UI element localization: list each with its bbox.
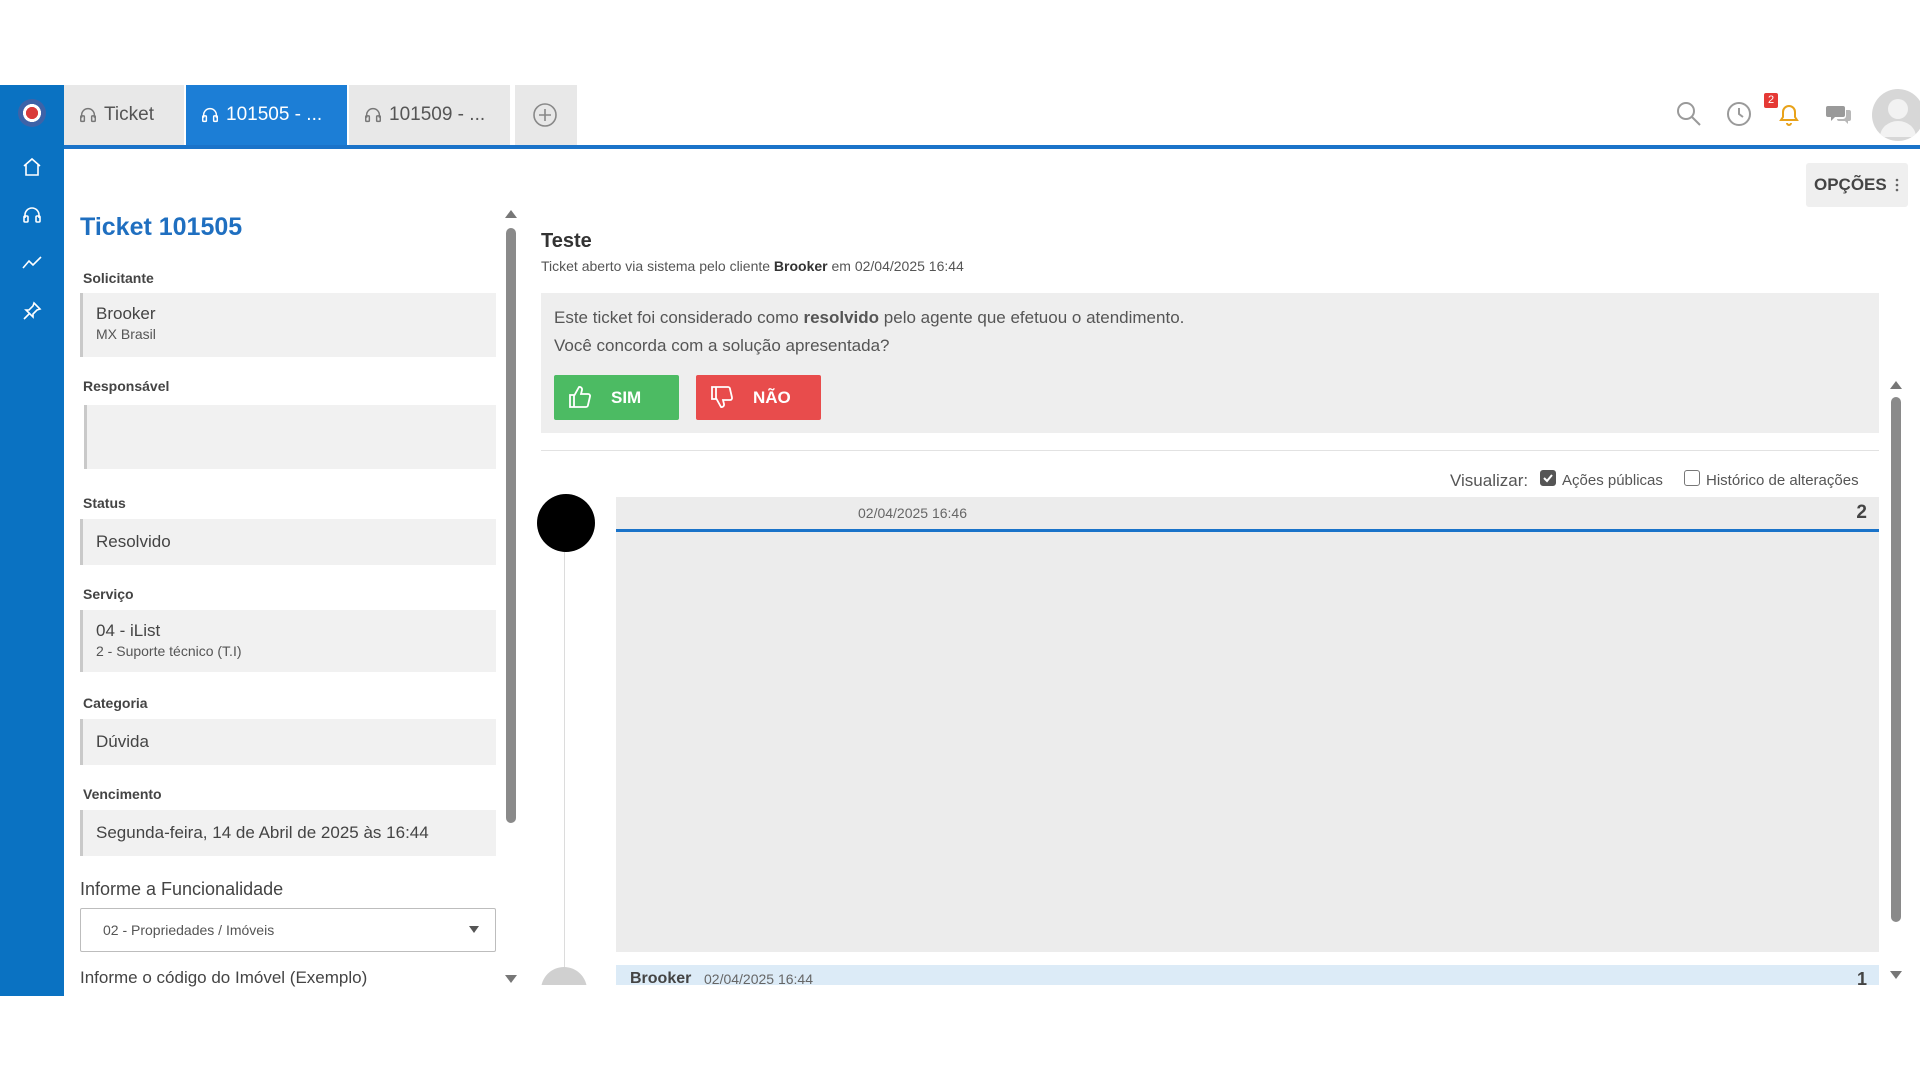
solicitante-label: Solicitante bbox=[83, 270, 154, 286]
tab-bar-underline bbox=[64, 145, 1920, 149]
servico-value: 04 - iList bbox=[96, 621, 161, 640]
funcionalidade-value: 02 - Propriedades / Imóveis bbox=[103, 922, 275, 938]
opened-client: Brooker bbox=[773, 258, 828, 274]
plus-circle-icon bbox=[533, 103, 557, 127]
bell-icon[interactable] bbox=[1774, 99, 1804, 129]
scroll-down-arrow-icon[interactable] bbox=[1890, 971, 1902, 979]
visualizar-label: Visualizar: bbox=[1450, 471, 1529, 490]
servico-label: Serviço bbox=[83, 586, 134, 602]
opened-prefix: Ticket aberto via sistema pelo cliente bbox=[541, 258, 774, 274]
entry-author: Brooker bbox=[630, 970, 692, 985]
responsavel-label: Responsável bbox=[83, 378, 170, 394]
resolution-message: Este ticket foi considerado como resolvi… bbox=[554, 308, 1184, 328]
ticket-opened-info: Ticket aberto via sistema pelo cliente B… bbox=[541, 258, 964, 274]
right-scrollbar[interactable] bbox=[1890, 381, 1902, 981]
solicitante-name: Brooker bbox=[96, 304, 156, 323]
solicitante-field[interactable]: Brooker MX Brasil bbox=[80, 293, 496, 357]
vencimento-label: Vencimento bbox=[83, 786, 162, 802]
servico-sub: 2 - Suporte técnico (T.I) bbox=[96, 643, 242, 659]
thumbs-up-icon bbox=[566, 383, 594, 416]
yes-button[interactable]: SIM bbox=[554, 375, 679, 420]
status-value: Resolvido bbox=[96, 532, 171, 551]
left-scrollbar[interactable] bbox=[505, 210, 517, 985]
chevron-down-icon bbox=[469, 926, 479, 933]
categoria-label: Categoria bbox=[83, 695, 148, 711]
tab-ticket[interactable]: Ticket bbox=[64, 85, 184, 145]
resolution-question: Você concorda com a solução apresentada? bbox=[554, 336, 890, 355]
app-window: Ticket 101505 - ... 101509 - ... 2 OPÇÕE… bbox=[0, 85, 1920, 996]
tab-label: 101509 - ... bbox=[389, 104, 486, 125]
status-label: Status bbox=[83, 495, 126, 511]
categoria-field[interactable]: Dúvida bbox=[80, 719, 496, 765]
avatar bbox=[541, 967, 587, 985]
servico-field[interactable]: 04 - iList 2 - Suporte técnico (T.I) bbox=[80, 610, 496, 672]
home-icon[interactable] bbox=[20, 155, 44, 179]
avatar bbox=[537, 494, 595, 552]
public-actions-label[interactable]: Ações públicas bbox=[1562, 472, 1663, 489]
headset-icon bbox=[202, 107, 218, 123]
tab-101505[interactable]: 101505 - ... bbox=[186, 85, 347, 145]
history-checkbox[interactable] bbox=[1684, 470, 1700, 486]
resolution-prompt: Este ticket foi considerado como resolvi… bbox=[541, 293, 1879, 433]
headset-icon[interactable] bbox=[20, 203, 44, 227]
headset-icon bbox=[80, 107, 96, 123]
scroll-up-arrow-icon[interactable] bbox=[505, 210, 517, 218]
new-tab-button[interactable] bbox=[515, 85, 577, 145]
user-avatar[interactable] bbox=[1872, 89, 1920, 141]
public-actions-checkbox[interactable] bbox=[1540, 470, 1556, 486]
scroll-up-arrow-icon[interactable] bbox=[1890, 381, 1902, 389]
timeline-entry-header: 02/04/2025 16:46 2 bbox=[616, 497, 1879, 532]
chart-line-icon[interactable] bbox=[20, 251, 44, 275]
codigo-imovel-label: Informe o código do Imóvel (Exemplo) bbox=[80, 968, 368, 987]
scrollbar-thumb[interactable] bbox=[506, 228, 516, 823]
thumbs-down-icon bbox=[708, 383, 736, 416]
pin-icon[interactable] bbox=[20, 299, 44, 323]
tab-label: Ticket bbox=[104, 104, 154, 125]
timeline-entry: 02/04/2025 16:46 2 bbox=[616, 497, 1879, 952]
entry-number: 2 bbox=[1856, 502, 1867, 523]
tab-label: 101505 - ... bbox=[226, 104, 323, 125]
scroll-down-arrow-icon[interactable] bbox=[505, 975, 517, 983]
scrollbar-thumb[interactable] bbox=[1891, 397, 1901, 922]
history-label[interactable]: Histórico de alterações bbox=[1706, 472, 1859, 489]
ticket-subject: Teste bbox=[541, 230, 592, 252]
divider bbox=[541, 450, 1879, 451]
resolve-pre: Este ticket foi considerado como bbox=[554, 308, 804, 327]
timeline-entry: Brooker 02/04/2025 16:44 1 bbox=[616, 965, 1879, 985]
yes-label: SIM bbox=[611, 388, 642, 407]
ticket-title: Ticket 101505 bbox=[80, 213, 243, 241]
ticket-main-panel: Teste Ticket aberto via sistema pelo cli… bbox=[537, 185, 1911, 985]
chat-icon[interactable] bbox=[1824, 99, 1854, 129]
notification-badge: 2 bbox=[1764, 93, 1778, 108]
status-field[interactable]: Resolvido bbox=[80, 519, 496, 565]
clock-icon[interactable] bbox=[1724, 99, 1754, 129]
ticket-details-panel: Ticket 101505 Solicitante Brooker MX Bra… bbox=[80, 185, 500, 987]
responsavel-field[interactable] bbox=[84, 405, 496, 469]
check-icon bbox=[1543, 474, 1553, 483]
app-logo[interactable] bbox=[18, 99, 46, 127]
no-button[interactable]: NÃO bbox=[696, 375, 821, 420]
opened-suffix: em 02/04/2025 16:44 bbox=[827, 258, 964, 274]
entry-number: 1 bbox=[1856, 969, 1867, 985]
solicitante-org: MX Brasil bbox=[96, 326, 156, 342]
side-rail bbox=[0, 85, 64, 996]
headset-icon bbox=[365, 107, 381, 123]
vencimento-field[interactable]: Segunda-feira, 14 de Abril de 2025 às 16… bbox=[80, 810, 496, 856]
vencimento-value: Segunda-feira, 14 de Abril de 2025 às 16… bbox=[96, 823, 429, 842]
no-label: NÃO bbox=[753, 388, 791, 407]
resolve-post: pelo agente que efetuou o atendimento. bbox=[879, 308, 1185, 327]
tab-bar: Ticket 101505 - ... 101509 - ... bbox=[64, 85, 1920, 145]
resolve-bold: resolvido bbox=[803, 308, 880, 327]
categoria-value: Dúvida bbox=[96, 732, 149, 751]
timeline-connector bbox=[564, 530, 565, 985]
search-icon[interactable] bbox=[1674, 99, 1704, 129]
funcionalidade-select[interactable]: 02 - Propriedades / Imóveis bbox=[80, 908, 496, 952]
tab-101509[interactable]: 101509 - ... bbox=[349, 85, 510, 145]
funcionalidade-label: Informe a Funcionalidade bbox=[80, 879, 284, 899]
entry-date: 02/04/2025 16:44 bbox=[704, 971, 813, 985]
entry-date: 02/04/2025 16:46 bbox=[858, 505, 967, 521]
